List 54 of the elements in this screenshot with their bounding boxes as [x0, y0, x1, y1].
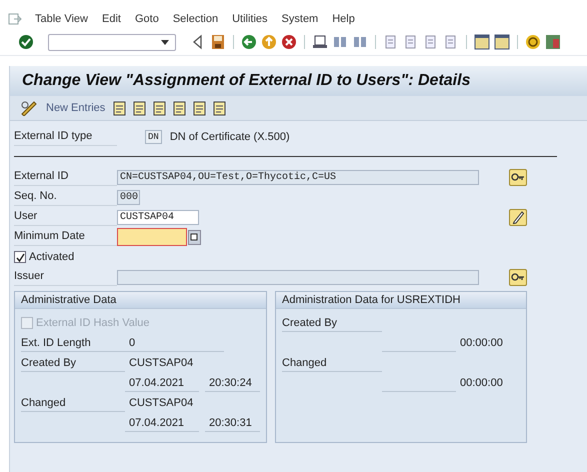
pencil-icon-button[interactable]: [509, 208, 527, 226]
pencil-glasses-icon[interactable]: [20, 100, 38, 116]
screen-title: Change View "Assignment of External ID to Users": Details: [22, 72, 470, 90]
menu-item[interactable]: Utilities: [225, 13, 275, 25]
menu-item[interactable]: System: [274, 13, 326, 25]
time-value: 00:00:00: [459, 376, 503, 391]
menu-item[interactable]: Table View: [28, 13, 95, 25]
key-icon: [511, 271, 525, 283]
save-icon[interactable]: [210, 34, 226, 50]
new-entries-button[interactable]: New Entries: [44, 102, 108, 114]
time-value: 20:30:31: [205, 414, 260, 432]
cancel-icon[interactable]: [281, 34, 297, 50]
calendar-icon[interactable]: [188, 230, 201, 244]
checkbox-label: Activated: [29, 251, 74, 263]
field-label: Changed: [282, 354, 382, 372]
checkbox-label: External ID Hash Value: [36, 317, 150, 329]
input-field[interactable]: CN=CUSTSAP04,OU=Test,O=Thycotic,C=US: [117, 170, 479, 184]
date-value: 07.04.2021: [125, 414, 199, 432]
field-label: Created By: [21, 354, 125, 372]
layout-icon[interactable]: [545, 34, 561, 50]
field-value: 0: [125, 334, 224, 352]
menu-item[interactable]: Help: [325, 13, 362, 25]
window-icon[interactable]: [474, 34, 490, 50]
panel-title: Administration Data for USREXTIDH: [276, 292, 526, 309]
time-value: 20:30:24: [205, 374, 260, 392]
id-type-code: DN: [145, 130, 162, 144]
activated-checkbox[interactable]: [14, 251, 26, 263]
menu-item[interactable]: Edit: [95, 13, 128, 25]
menu-item[interactable]: Selection: [166, 13, 226, 25]
field-value: CUSTSAP04: [128, 356, 194, 371]
key-icon: [511, 171, 525, 183]
date-field[interactable]: [117, 228, 187, 246]
menu-item[interactable]: Goto: [128, 13, 166, 25]
key-icon-button[interactable]: [509, 168, 527, 186]
field-value: CUSTSAP04: [128, 396, 194, 411]
time-value: 00:00:00: [459, 336, 503, 351]
pencil-icon: [512, 210, 524, 224]
date-value: 07.04.2021: [125, 374, 199, 392]
window-icon[interactable]: [494, 34, 510, 50]
field-label: External ID type: [14, 128, 117, 146]
field-label: Ext. ID Length: [21, 334, 125, 352]
help-icon[interactable]: [525, 34, 541, 50]
field-label: Changed: [21, 394, 125, 412]
id-type-description: DN of Certificate (X.500): [170, 131, 290, 143]
print-icon[interactable]: [312, 34, 328, 50]
panel-title: Administrative Data: [15, 292, 266, 309]
input-field[interactable]: 000: [117, 190, 140, 204]
check-icon[interactable]: [18, 34, 34, 50]
input-field[interactable]: [117, 270, 479, 284]
field-label: Created By: [282, 314, 382, 332]
key-icon-button[interactable]: [509, 268, 527, 286]
command-field[interactable]: [48, 34, 176, 50]
input-field[interactable]: CUSTSAP04: [117, 210, 199, 224]
dropdown-caret-icon[interactable]: [161, 40, 169, 44]
